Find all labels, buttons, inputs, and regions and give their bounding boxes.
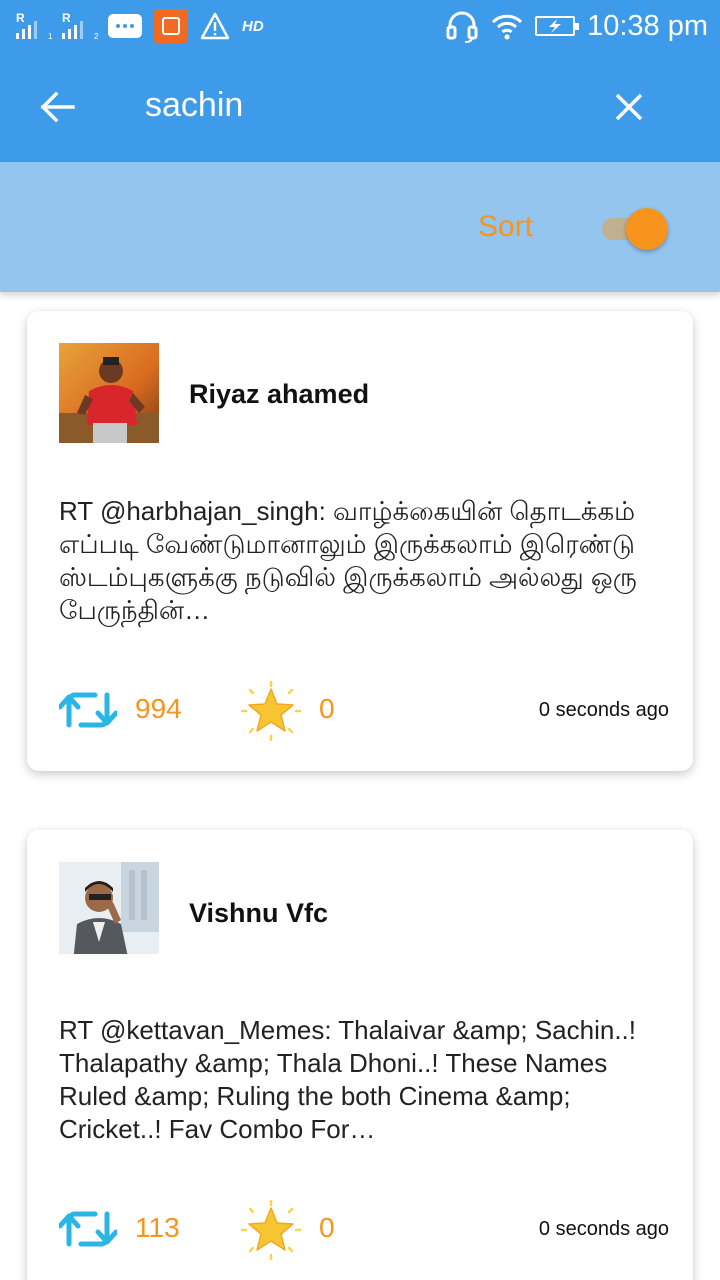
wifi-icon: [492, 14, 523, 40]
sim1-index: 1: [48, 32, 53, 41]
favorite-count: 0: [319, 693, 335, 724]
tweet-text: RT @kettavan_Memes: Thalaivar &amp; Sach…: [59, 1015, 636, 1144]
retweet-count: 994: [135, 693, 182, 724]
avatar[interactable]: [59, 862, 159, 962]
battery-charging-icon: [535, 16, 580, 36]
timestamp: 0 seconds ago: [538, 699, 669, 721]
retweet-count: 113: [135, 1212, 180, 1243]
favorite-count: 0: [319, 1212, 335, 1243]
timestamp: 0 seconds ago: [538, 1218, 669, 1240]
tweet-stats: 994 0 0 seconds ago: [59, 681, 669, 741]
app-notification-icon: [154, 9, 188, 43]
tweet-card[interactable]: Vishnu Vfc RT @kettavan_Memes: Thalaivar…: [27, 830, 693, 1280]
user-name[interactable]: Riyaz ahamed: [189, 379, 369, 410]
avatar[interactable]: [59, 343, 159, 443]
status-bar-right: 10:38 pm: [445, 6, 708, 46]
warning-icon: [200, 12, 230, 40]
user-name[interactable]: Vishnu Vfc: [189, 898, 328, 929]
sort-label: Sort: [478, 210, 534, 243]
sim2-index: 2: [94, 32, 99, 41]
back-button[interactable]: [32, 82, 82, 132]
tweet-stats: 113 0 0 seconds ago: [59, 1200, 669, 1260]
star-icon[interactable]: [241, 1200, 301, 1260]
retweet-icon[interactable]: [59, 685, 117, 735]
status-bar: R 1 R 2 HD 10:38 pm: [0, 0, 720, 52]
sim1-signal-icon: R 1: [16, 11, 53, 41]
star-icon[interactable]: [241, 681, 301, 741]
toggle-knob: [626, 208, 668, 250]
status-bar-left: R 1 R 2 HD: [16, 8, 264, 44]
search-query[interactable]: sachin: [145, 86, 243, 125]
sort-toggle[interactable]: [600, 208, 670, 250]
arrow-back-icon: [40, 91, 75, 123]
clear-search-button[interactable]: [604, 82, 654, 132]
sim2-signal-icon: R 2: [62, 11, 99, 41]
sort-bar: Sort: [0, 162, 720, 292]
close-icon: [615, 93, 643, 121]
tweet-text: RT @harbhajan_singh: வாழ்க்கையின் தொடக்க…: [59, 496, 637, 625]
retweet-icon[interactable]: [59, 1204, 117, 1254]
message-notification-icon: [108, 14, 142, 38]
clock: 10:38 pm: [587, 9, 708, 42]
search-app-bar: sachin: [0, 52, 720, 162]
tweet-card[interactable]: Riyaz ahamed RT @harbhajan_singh: வாழ்க்…: [27, 311, 693, 771]
headset-icon: [446, 11, 478, 43]
hd-indicator: HD: [242, 17, 264, 35]
